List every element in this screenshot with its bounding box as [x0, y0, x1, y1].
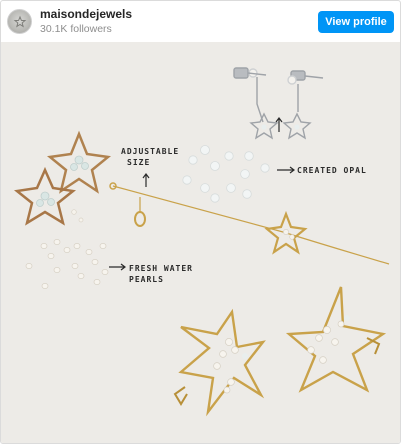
arrow-to-opals [277, 166, 295, 174]
pearls-on-large-earrings [213, 320, 345, 394]
follower-count: 30.1K followers [40, 22, 112, 35]
created-opal-note: CREATED OPAL [297, 166, 367, 175]
opals-on-large-earrings [242, 315, 350, 359]
adjustable-size-note: ADJUSTABLE SIZE [121, 146, 179, 168]
post-photo[interactable]: ADJUSTABLE SIZE CREATED OPAL FRESH WATER… [1, 42, 400, 443]
view-profile-button[interactable]: View profile [318, 11, 394, 33]
pearls-note-line1: FRESH WATER [129, 264, 193, 273]
jewelry-photo-illustration [13, 67, 390, 417]
pearls-note-line2: PEARLS [129, 275, 164, 284]
avatar[interactable] [7, 9, 32, 34]
instagram-embed: maisondejewels 30.1K followers View prof… [0, 0, 401, 444]
fresh-water-pearls-note: FRESH WATER PEARLS [129, 263, 193, 285]
account-info: maisondejewels 30.1K followers [40, 7, 132, 35]
arrow-between-earrings [275, 117, 283, 132]
adjustable-note-line1: ADJUSTABLE [121, 147, 180, 156]
loose-pearls-small [71, 209, 84, 223]
arrow-to-clasp [142, 173, 150, 187]
loose-created-opals [182, 145, 270, 203]
arrow-to-pearls [109, 263, 126, 271]
loose-fresh-water-pearls [25, 239, 109, 289]
opal-stones-on-silver-earrings [261, 124, 300, 130]
large-gold-star-earring-left [173, 308, 266, 417]
post-header: maisondejewels 30.1K followers View prof… [1, 1, 400, 42]
username-link[interactable]: maisondejewels [40, 7, 132, 22]
adjustable-note-line2: SIZE [127, 158, 151, 167]
jewelry-logo-icon [13, 15, 26, 27]
